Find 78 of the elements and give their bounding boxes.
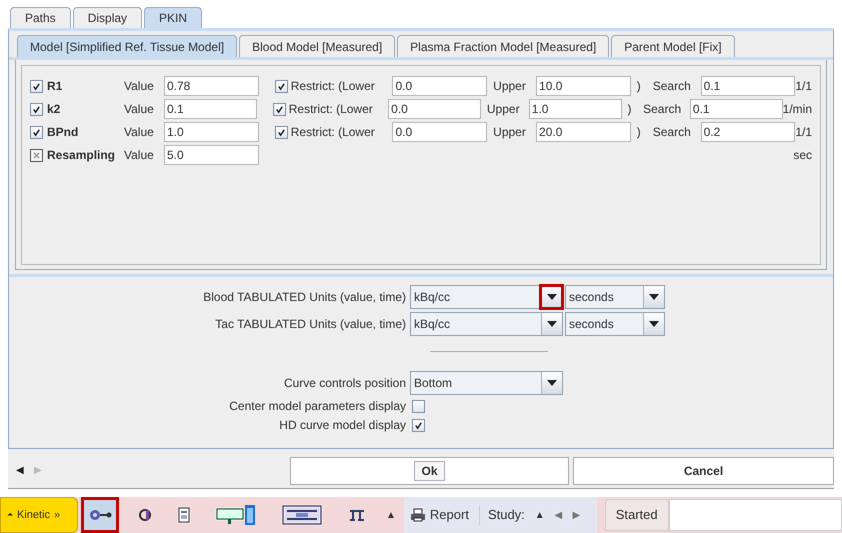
kinetic-button[interactable]: ⏶ Kinetic »	[0, 497, 78, 533]
checkbox[interactable]	[274, 80, 288, 92]
study-label: Study:	[478, 505, 525, 525]
field-label: Search	[643, 101, 682, 118]
dropdown-value: seconds	[568, 316, 615, 333]
text-field[interactable]: 1.0	[528, 99, 622, 119]
parenthesis: )	[636, 78, 642, 95]
tab[interactable]: Model [Simplified Ref. Tissue Model]	[17, 35, 238, 57]
dropdown[interactable]: kBq/cc	[410, 312, 563, 336]
unit-label: 1/1	[795, 78, 812, 95]
checkbox[interactable]	[30, 102, 43, 116]
dropdown[interactable]: seconds	[565, 312, 665, 336]
field-label: Value	[124, 147, 155, 164]
unit-label: 1/1	[795, 124, 812, 141]
tab[interactable]: Display	[72, 7, 142, 28]
field-label: Restrict: (Lower	[288, 101, 374, 118]
dropdown[interactable]: kBq/cc	[410, 285, 563, 309]
field-label: Restrict: (Lower	[290, 124, 376, 141]
status-tab[interactable]: Started	[604, 499, 669, 531]
parameter-name: R1	[47, 78, 62, 95]
printer-icon	[410, 508, 426, 522]
checkbox[interactable]	[272, 102, 286, 116]
checkbox[interactable]	[30, 80, 43, 92]
button[interactable]: Cancel	[573, 456, 834, 485]
field-label: Search	[652, 124, 692, 141]
text-field[interactable]: 0.1	[700, 76, 796, 96]
dropdown-value: kBq/cc	[413, 289, 452, 306]
checkbox-label: HD curve model display	[278, 417, 406, 434]
tab[interactable]: Parent Model [Fix]	[611, 35, 735, 57]
text-field[interactable]: 0.2	[700, 122, 796, 142]
field-label: Blood TABULATED Units (value, time)	[202, 289, 406, 306]
back-arrow[interactable]: ◀	[16, 463, 24, 478]
previous-arrow[interactable]: ◀	[554, 508, 563, 523]
text-field[interactable]: 1.0	[164, 122, 259, 142]
button[interactable]: Ok	[290, 456, 569, 485]
tab[interactable]: PKIN	[144, 7, 202, 28]
checkbox[interactable]	[30, 126, 43, 138]
tab[interactable]: Paths	[10, 7, 71, 28]
tab[interactable]: Plasma Fraction Model [Measured]	[397, 35, 610, 57]
parameter-name: k2	[47, 101, 60, 118]
parenthesis: )	[636, 124, 642, 141]
unit-label: 1/min	[782, 101, 812, 118]
study-caret[interactable]: ▲	[534, 508, 545, 523]
field-label: Curve controls position	[282, 375, 406, 392]
dropdown[interactable]: seconds	[565, 285, 665, 309]
unit-label: sec	[793, 147, 812, 164]
field-label: Restrict: (Lower	[290, 78, 376, 95]
text-field[interactable]: 0.0	[392, 122, 488, 142]
checkbox[interactable]	[274, 126, 288, 138]
field-label: Tac TABULATED Units (value, time)	[214, 316, 406, 333]
field-label: Upper	[493, 124, 527, 141]
text-field[interactable]: 0.78	[164, 76, 259, 96]
report-button[interactable]: Report	[410, 505, 469, 525]
dropdown-value: seconds	[568, 289, 615, 306]
parameter-name: Resampling	[47, 147, 116, 164]
checkbox-label: Center model parameters display	[228, 398, 406, 415]
text-field[interactable]: 20.0	[536, 122, 631, 142]
checkbox[interactable]	[412, 400, 425, 412]
field-label: Value	[124, 101, 155, 118]
field-label: Value	[124, 124, 155, 141]
dropdown-value: Bottom	[413, 375, 454, 392]
expand-caret[interactable]: ▲	[386, 508, 396, 523]
text-field[interactable]: 0.1	[690, 99, 783, 119]
text-field[interactable]: 0.0	[392, 76, 488, 96]
checkbox[interactable]	[412, 418, 425, 432]
parenthesis: )	[628, 101, 633, 118]
text-field[interactable]: 0.1	[164, 99, 257, 119]
field-label: Upper	[486, 101, 521, 118]
next-arrow[interactable]: ▶	[572, 508, 591, 523]
field-label: Upper	[493, 78, 527, 95]
text-field[interactable]: 10.0	[536, 76, 631, 96]
tab[interactable]: Blood Model [Measured]	[239, 35, 396, 57]
parameter-name: BPnd	[47, 124, 78, 141]
dropdown[interactable]: Bottom	[410, 371, 563, 395]
text-field[interactable]: 0.0	[388, 99, 481, 119]
field-label: Value	[124, 78, 155, 95]
field-label: Search	[652, 78, 692, 95]
dropdown-value: kBq/cc	[413, 316, 452, 333]
